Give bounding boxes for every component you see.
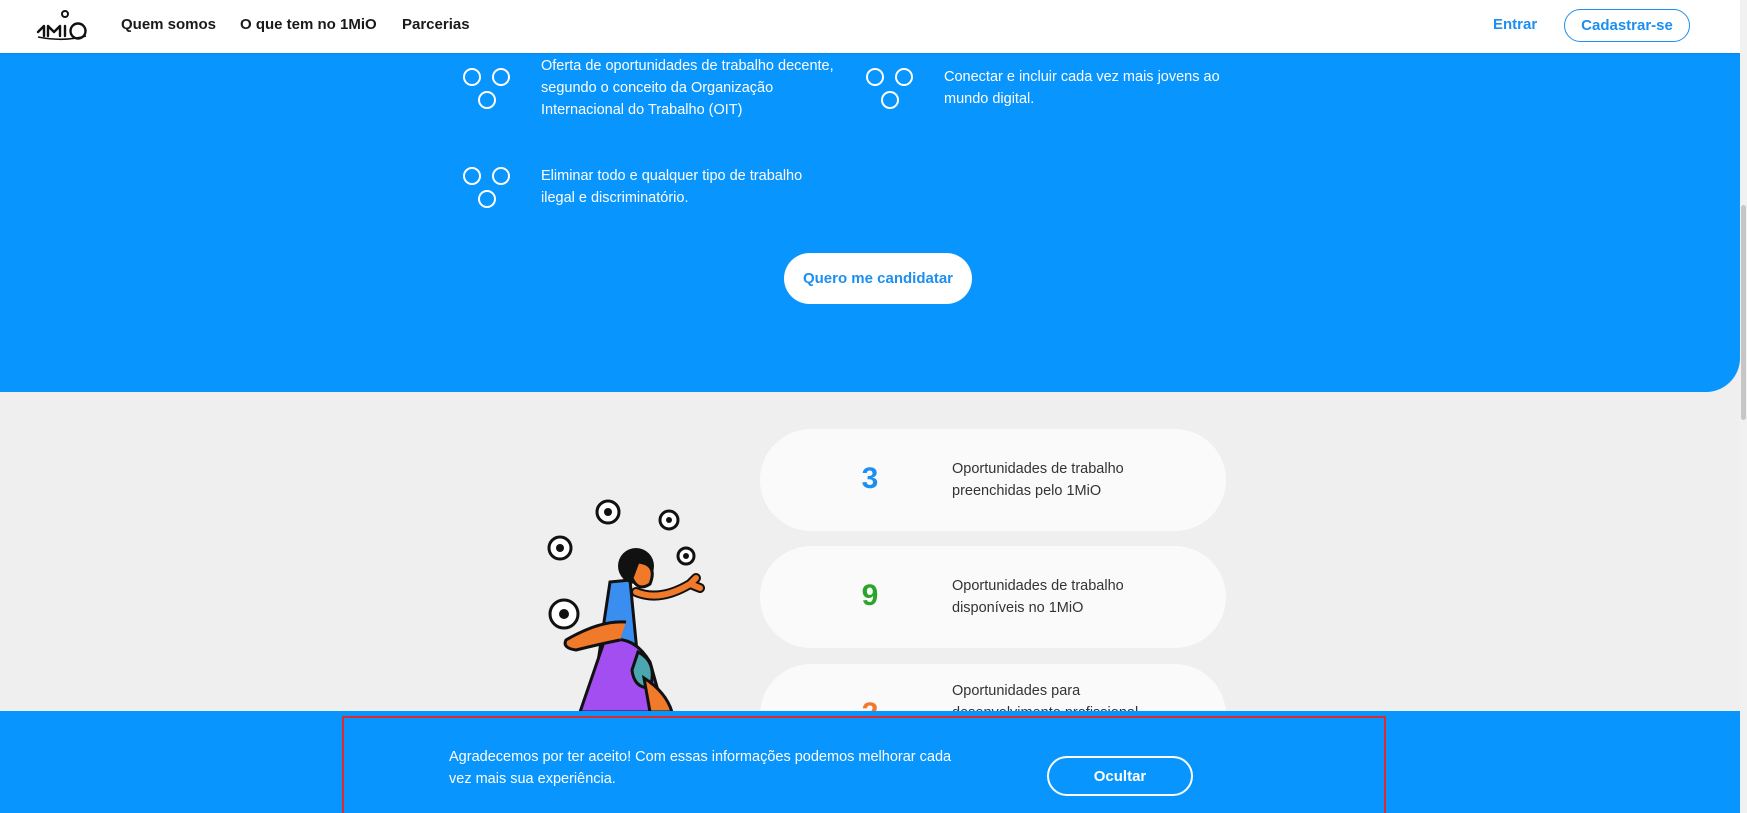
circles-icon xyxy=(866,68,918,118)
signup-button[interactable]: Cadastrar-se xyxy=(1564,9,1690,42)
stat-label: Oportunidades de trabalho preenchidas pe… xyxy=(952,461,1124,499)
nav-parcerias[interactable]: Parcerias xyxy=(402,16,470,33)
nav-o-que-tem[interactable]: O que tem no 1MiO xyxy=(240,16,377,33)
circles-icon xyxy=(463,68,515,118)
scrollbar-thumb[interactable] xyxy=(1741,205,1746,420)
hide-cookie-button[interactable]: Ocultar xyxy=(1047,756,1193,796)
stat-value: 3 xyxy=(861,462,879,495)
cookie-banner-content: Agradecemos por ter aceito! Com essas in… xyxy=(342,716,1386,813)
juggling-person-illustration xyxy=(547,499,705,712)
nav-quem-somos[interactable]: Quem somos xyxy=(121,16,216,33)
circles-icon xyxy=(463,167,515,217)
stat-card-available: 9 Oportunidades de trabalho disponíveis … xyxy=(760,546,1226,648)
site-header: Quem somos O que tem no 1MiO Parcerias E… xyxy=(0,0,1747,53)
page-scrollbar[interactable] xyxy=(1740,0,1747,813)
stat-value: 9 xyxy=(861,579,879,612)
login-link[interactable]: Entrar xyxy=(1493,16,1537,33)
feature-eliminate-illegal-work: Eliminar todo e qualquer tipo de trabalh… xyxy=(541,168,803,206)
feature-digital-inclusion: Conectar e incluir cada vez mais jovens … xyxy=(944,69,1220,107)
1mio-logo[interactable] xyxy=(34,6,92,42)
apply-button[interactable]: Quero me candidatar xyxy=(784,253,972,304)
values-section: Oferta de oportunidades de trabalho dece… xyxy=(0,0,1740,392)
cookie-message: Agradecemos por ter aceito! Com essas in… xyxy=(449,749,952,787)
feature-decent-work: Oferta de oportunidades de trabalho dece… xyxy=(541,58,834,118)
stat-label: Oportunidades de trabalho disponíveis no… xyxy=(952,578,1124,616)
stat-card-filled: 3 Oportunidades de trabalho preenchidas … xyxy=(760,429,1226,531)
